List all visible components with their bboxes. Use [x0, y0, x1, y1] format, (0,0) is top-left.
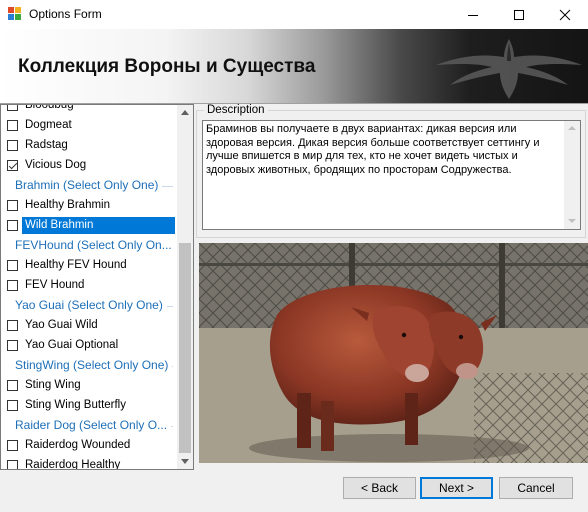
list-item-label: Sting Wing [25, 379, 81, 391]
group-separator-line [167, 306, 173, 307]
list-item[interactable]: Yao Guai Wild [1, 317, 177, 335]
checkbox[interactable] [7, 460, 18, 469]
checkbox[interactable] [7, 340, 18, 351]
checkbox[interactable] [7, 140, 18, 151]
list-item[interactable]: FEV Hound [1, 277, 177, 295]
list-group-header: StingWing (Select Only One) [15, 358, 169, 372]
list-item[interactable]: Radstag [1, 137, 177, 155]
group-separator-line [171, 426, 173, 427]
checkbox[interactable] [7, 105, 18, 111]
scroll-up-icon[interactable] [181, 110, 189, 115]
list-item-label: Healthy FEV Hound [25, 259, 127, 271]
scrollbar-thumb[interactable] [179, 243, 191, 453]
description-textbox[interactable]: Браминов вы получаете в двух вариантах: … [202, 120, 581, 230]
list-item-label: Healthy Brahmin [25, 199, 111, 211]
close-icon [559, 9, 571, 20]
scroll-up-icon[interactable] [568, 126, 576, 130]
preview-image [199, 243, 588, 463]
checkbox[interactable] [7, 320, 18, 331]
scroll-down-icon[interactable] [181, 459, 189, 464]
list-item-label: FEV Hound [25, 279, 85, 291]
next-button[interactable]: Next > [420, 477, 493, 499]
list-item-label: Yao Guai Wild [25, 319, 98, 331]
checkbox[interactable] [7, 160, 18, 171]
header-banner: Коллекция Вороны и Существа [0, 29, 588, 103]
cancel-button[interactable]: Cancel [499, 477, 573, 499]
checkbox[interactable] [7, 440, 18, 451]
title-bar: Options Form [0, 0, 588, 29]
list-item-label: Radstag [25, 139, 68, 151]
list-item[interactable]: Sting Wing [1, 377, 177, 395]
raven-logo-icon [436, 39, 582, 99]
list-item[interactable]: Yao Guai Optional [1, 337, 177, 355]
back-button[interactable]: < Back [343, 477, 416, 499]
list-group-header: Yao Guai (Select Only One) [15, 298, 163, 312]
list-item-label: Raiderdog Healthy [25, 459, 121, 470]
checkbox[interactable] [7, 400, 18, 411]
list-item[interactable]: Raiderdog Wounded [1, 437, 177, 455]
list-item-label: Bloodbug [25, 104, 74, 111]
list-item[interactable]: Wild Brahmin [1, 217, 177, 235]
list-item-label: Vicious Dog [25, 159, 87, 171]
description-text: Браминов вы получаете в двух вариантах: … [206, 123, 540, 176]
description-scrollbar[interactable] [564, 121, 580, 229]
checkbox[interactable] [7, 380, 18, 391]
maximize-button[interactable] [496, 0, 542, 29]
list-item[interactable]: Vicious Dog [1, 157, 177, 175]
app-icon [8, 7, 22, 21]
list-item-label: Dogmeat [25, 119, 72, 131]
list-item[interactable]: Healthy Brahmin [1, 197, 177, 215]
checkbox[interactable] [7, 120, 18, 131]
minimize-button[interactable] [450, 0, 496, 29]
close-button[interactable] [542, 0, 588, 29]
list-item[interactable]: Healthy FEV Hound [1, 257, 177, 275]
list-item[interactable]: Bloodbug [1, 104, 177, 115]
list-item-label: Wild Brahmin [25, 219, 94, 231]
list-item-label: Yao Guai Optional [25, 339, 119, 351]
checkbox[interactable] [7, 280, 18, 291]
group-separator-line [162, 186, 173, 187]
list-item[interactable]: Dogmeat [1, 117, 177, 135]
scroll-down-icon[interactable] [568, 219, 576, 223]
checkbox[interactable] [7, 260, 18, 271]
group-separator-line [172, 366, 173, 367]
list-group-header: Brahmin (Select Only One) [15, 178, 159, 192]
description-legend: Description [204, 104, 268, 116]
minimize-icon [468, 14, 478, 16]
checkbox[interactable] [7, 220, 18, 231]
list-group-header: FEVHound (Select Only On... [15, 238, 172, 252]
maximize-icon [514, 9, 524, 20]
brahmin-preview-illustration [199, 243, 588, 463]
list-item-label: Sting Wing Butterfly [25, 399, 126, 411]
banner-title: Коллекция Вороны и Существа [18, 56, 316, 77]
checkbox[interactable] [7, 200, 18, 211]
list-scrollbar[interactable] [177, 105, 193, 469]
list-item[interactable]: Sting Wing Butterfly [1, 397, 177, 415]
window-title: Options Form [29, 7, 102, 21]
list-item-label: Raiderdog Wounded [25, 439, 131, 451]
options-checklist[interactable]: Bloodbug Dogmeat Radstag Vicious Dog Brahmin… [0, 104, 194, 470]
list-item[interactable]: Raiderdog Healthy [1, 457, 177, 470]
list-group-header: Raider Dog (Select Only O... [15, 418, 168, 432]
